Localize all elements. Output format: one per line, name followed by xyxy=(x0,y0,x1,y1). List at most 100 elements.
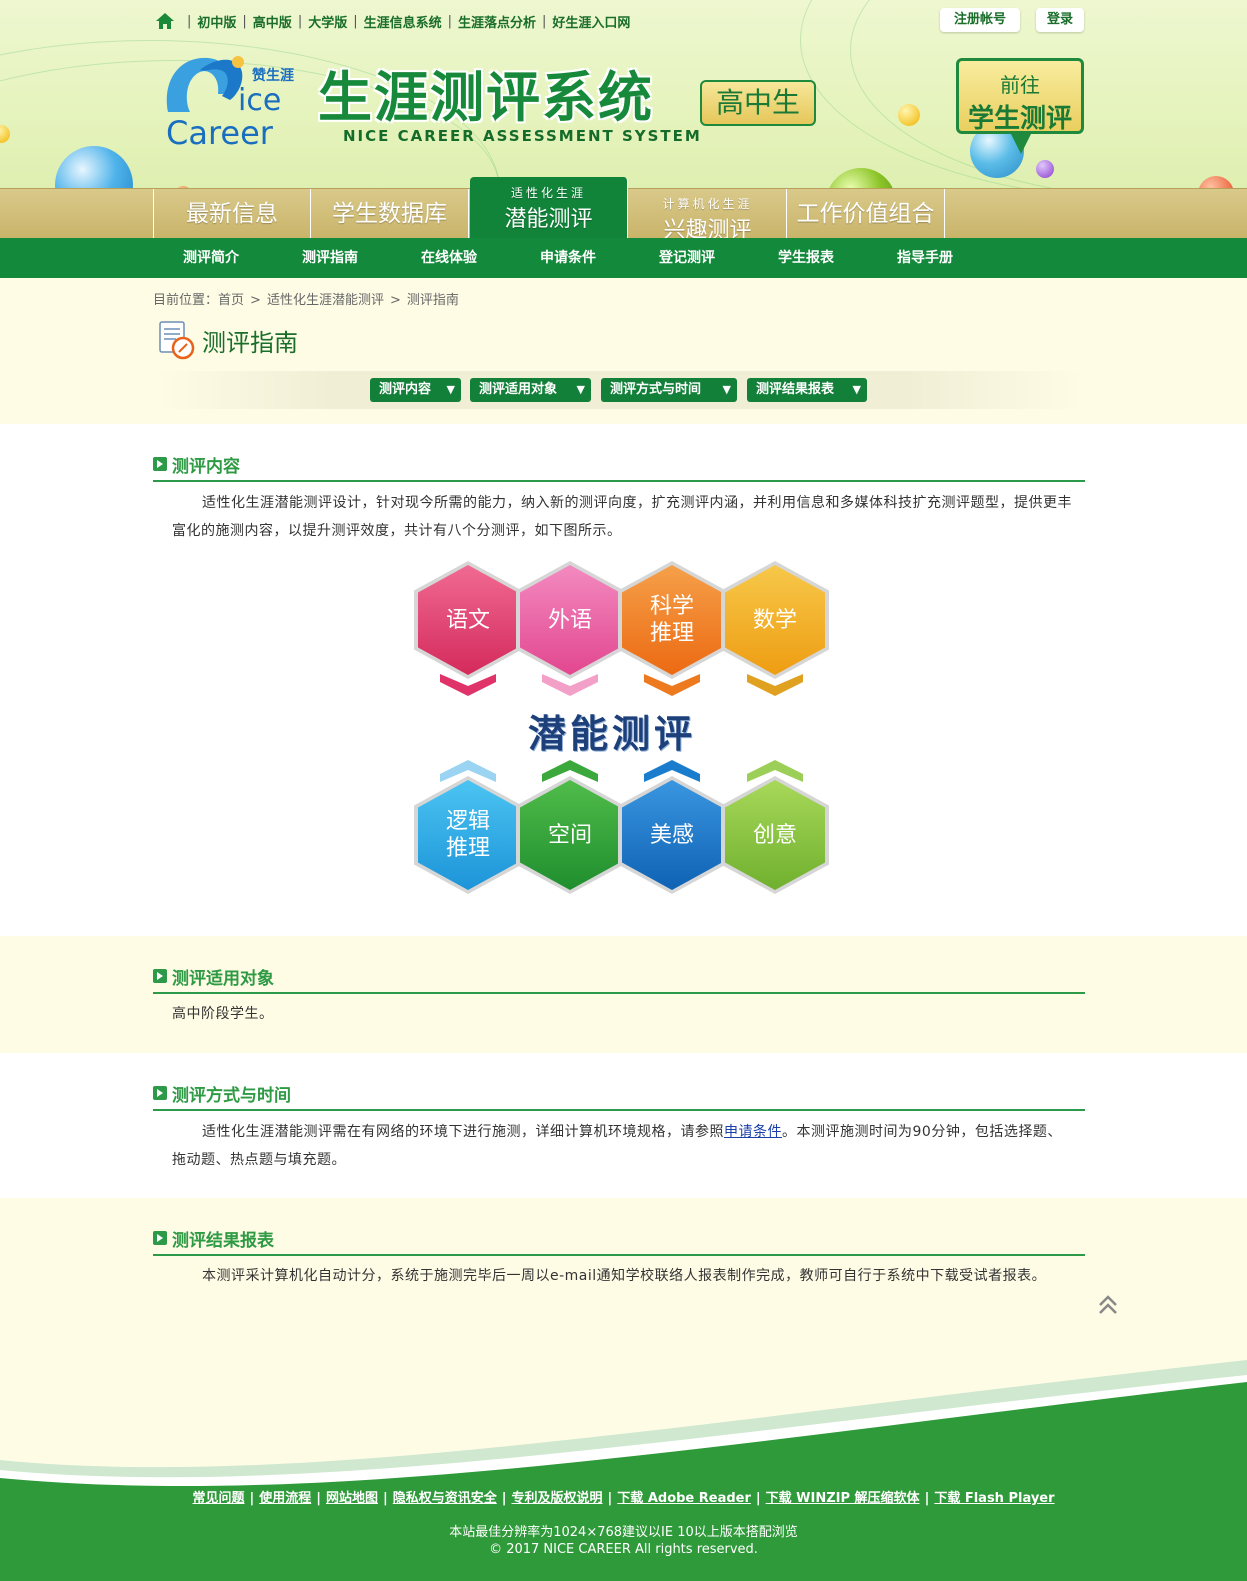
footer-link[interactable]: 使用流程 xyxy=(259,1491,311,1506)
section-header-report: 测评结果报表 xyxy=(153,1226,1085,1256)
anchor-report-button[interactable]: 测评结果报表 ▼ xyxy=(747,378,867,402)
chevron-down-icon xyxy=(747,674,803,696)
chevron-down-icon: ▼ xyxy=(722,383,731,396)
anchor-label: 测评方式与时间 xyxy=(610,382,702,397)
logo-en-2: Career xyxy=(166,114,274,152)
hex-foreign-language: 外语 xyxy=(516,561,624,679)
goto-test-line1: 前往 xyxy=(1000,73,1040,97)
hex-science-reasoning: 科学 推理 xyxy=(618,561,726,679)
section-paragraph: 适性化生涯潜能测评设计，针对现今所需的能力，纳入新的测评向度，扩充测评内涵，并利… xyxy=(172,495,1072,539)
footer-resolution: 本站最佳分辨率为1024×768建议以IE 10以上版本搭配浏览 xyxy=(449,1525,798,1540)
hex-logic-reasoning: 逻辑 推理 xyxy=(414,776,522,894)
anchor-label: 测评内容 xyxy=(379,382,432,397)
subnav-item[interactable]: 测评简介 xyxy=(161,238,261,278)
hex-label: 科学 xyxy=(649,594,694,619)
section-header-method: 测评方式与时间 xyxy=(153,1081,1085,1111)
hex-chinese: 语文 xyxy=(414,561,522,679)
logo-en-1: ice xyxy=(238,83,281,118)
subnav-item[interactable]: 申请条件 xyxy=(518,238,618,278)
breadcrumb-item[interactable]: 适性化生涯潜能测评 xyxy=(267,293,384,308)
register-button[interactable]: 注册帐号 xyxy=(940,8,1020,32)
login-button[interactable]: 登录 xyxy=(1036,8,1084,32)
subnav-item[interactable]: 学生报表 xyxy=(756,238,856,278)
topnav-link[interactable]: 大学版 xyxy=(308,12,347,31)
chevron-down-icon xyxy=(644,674,700,696)
hex-label: 语文 xyxy=(445,607,490,633)
breadcrumb-item[interactable]: 首页 xyxy=(218,293,244,308)
hex-label: 空间 xyxy=(547,822,592,848)
section-title: 测评适用对象 xyxy=(172,969,274,989)
subnav-item[interactable]: 指导手册 xyxy=(875,238,975,278)
goto-test-pointer-icon xyxy=(1010,132,1032,154)
main-tab-work-values[interactable]: 工作价值组合 xyxy=(787,189,945,239)
footer-link[interactable]: 专利及版权说明 xyxy=(512,1491,603,1506)
main-tab-student-db[interactable]: 学生数据库 xyxy=(311,189,469,239)
section-title: 测评内容 xyxy=(172,457,240,477)
hex-label: 逻辑 xyxy=(445,809,490,834)
anchor-method-button[interactable]: 测评方式与时间 ▼ xyxy=(601,378,737,402)
decor-sphere xyxy=(1036,160,1054,178)
section-title: 测评方式与时间 xyxy=(172,1086,291,1106)
footer-info: 本站最佳分辨率为1024×768建议以IE 10以上版本搭配浏览 © 2017 … xyxy=(0,1524,1247,1558)
top-nav: | 初中版 | 高中版 | 大学版 | 生涯信息系统 | 生涯落点分析 | 好生… xyxy=(155,11,630,31)
topnav-link[interactable]: 高中版 xyxy=(253,12,292,31)
footer-links: 常见问题 | 使用流程 | 网站地图 | 隐私权与资讯安全 | 专利及版权说明 | 下载 Adobe… xyxy=(192,1491,1055,1506)
main-tabs: 最新信息 学生数据库 适性化生涯 潜能测评 计算机化生涯 兴趣测评 工作价值组合 xyxy=(0,177,1247,243)
section-text-report: 本测评采计算机化自动计分，系统于施测完毕后一周以e-mail通知学校联络人报表制… xyxy=(172,1262,1072,1290)
apply-conditions-link[interactable]: 申请条件 xyxy=(724,1124,782,1140)
main-tab-potential-test[interactable]: 适性化生涯 潜能测评 xyxy=(470,177,628,239)
section-paragraph: 本测评采计算机化自动计分，系统于施测完毕后一周以e-mail通知学校联络人报表制… xyxy=(202,1268,1047,1284)
goto-test-line2: 学生测评 xyxy=(967,104,1072,134)
goto-student-test-button[interactable]: 前往 学生测评 xyxy=(956,58,1084,134)
topnav-link[interactable]: 初中版 xyxy=(197,12,236,31)
chevron-down-icon: ▼ xyxy=(576,383,585,396)
chevron-down-icon: ▼ xyxy=(446,383,455,396)
anchor-label: 测评结果报表 xyxy=(756,382,835,397)
subnav-item[interactable]: 测评指南 xyxy=(280,238,380,278)
main-tab-latest[interactable]: 最新信息 xyxy=(153,189,311,239)
breadcrumb-prefix: 目前位置： xyxy=(153,293,219,308)
chevron-down-icon xyxy=(542,674,598,696)
logo[interactable]: 赞生涯 ice Career xyxy=(160,50,310,152)
diagram-center-label: 潜能测评 xyxy=(528,712,697,756)
footer-link[interactable]: 隐私权与资讯安全 xyxy=(393,1491,497,1506)
section-text-target: 高中阶段学生。 xyxy=(172,1000,1072,1028)
section-header-target: 测评适用对象 xyxy=(153,964,1085,994)
main-tab-interest-test[interactable]: 计算机化生涯 兴趣测评 xyxy=(629,189,787,243)
footer-copyright: © 2017 NICE CAREER All rights reserved. xyxy=(489,1542,758,1557)
hex-label: 推理 xyxy=(649,621,694,646)
footer-link[interactable]: 下载 Adobe Reader xyxy=(617,1491,751,1506)
main-tab-small-label: 适性化生涯 xyxy=(510,186,586,200)
subnav-item[interactable]: 登记测评 xyxy=(637,238,737,278)
hex-spatial: 空间 xyxy=(516,776,624,894)
sub-nav: 测评简介 测评指南 在线体验 申请条件 登记测评 学生报表 指导手册 xyxy=(0,238,1247,278)
topnav-link[interactable]: 生涯信息系统 xyxy=(364,12,442,31)
page-title: 测评指南 xyxy=(202,328,298,357)
back-to-top-icon[interactable] xyxy=(1098,1294,1118,1318)
main-tab-label: 潜能测评 xyxy=(504,207,593,232)
footer-link[interactable]: 下载 WINZIP 解压缩软体 xyxy=(766,1491,920,1506)
section-target-bg xyxy=(0,936,1247,1053)
breadcrumb: 目前位置：首页 > 适性化生涯潜能测评 > 测评指南 xyxy=(153,293,459,308)
site-subtitle: NICE CAREER ASSESSMENT SYSTEM xyxy=(343,127,702,145)
home-icon[interactable] xyxy=(155,11,175,31)
logo-graphic: 赞生涯 ice Career xyxy=(166,56,294,152)
subnav-item[interactable]: 在线体验 xyxy=(399,238,499,278)
section-text-method: 适性化生涯潜能测评需在有网络的环境下进行施测，详细计算机环境规格，请参照申请条件… xyxy=(172,1118,1072,1174)
footer-link[interactable]: 下载 Flash Player xyxy=(934,1491,1054,1506)
main-tab-small-label: 计算机化生涯 xyxy=(662,197,753,211)
section-title: 测评结果报表 xyxy=(172,1231,274,1251)
site-title: 生涯测评系统 xyxy=(318,66,654,129)
decor-sphere xyxy=(898,104,920,126)
footer-link[interactable]: 网站地图 xyxy=(326,1491,378,1506)
hex-label: 创意 xyxy=(752,822,797,848)
topnav-link[interactable]: 生涯落点分析 xyxy=(458,12,536,31)
footer-link[interactable]: 常见问题 xyxy=(192,1491,244,1506)
hex-creativity: 创意 xyxy=(721,776,829,894)
level-badge: 高中生 xyxy=(700,80,816,126)
anchor-target-button[interactable]: 测评适用对象 ▼ xyxy=(470,378,591,402)
anchor-content-button[interactable]: 测评内容 ▼ xyxy=(370,378,461,402)
arrow-bullet-icon xyxy=(153,457,167,471)
chevron-down-icon xyxy=(440,674,496,696)
topnav-link[interactable]: 好生涯入口网 xyxy=(552,12,630,31)
